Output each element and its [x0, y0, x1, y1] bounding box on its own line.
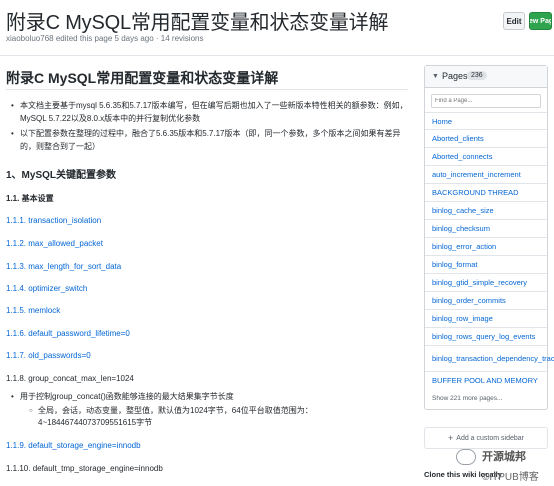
intro-bullet-2: 以下配置参数在整理的过程中，融合了5.6.35版本和5.7.17版本（即，同一个…: [11, 127, 412, 153]
toc-link-old-passwords[interactable]: 1.1.7. old_passwords=0: [6, 351, 91, 360]
pages-count-badge: 236: [467, 71, 487, 80]
sidebar-item-binlog-rows-query-log-events[interactable]: binlog_rows_query_log_events: [425, 327, 547, 345]
toc-link-max-length-for-sort-data[interactable]: 1.1.3. max_length_for_sort_data: [6, 262, 121, 271]
pages-sidebar-header[interactable]: ▼ Pages 236: [425, 66, 547, 88]
subsection-heading: 1.1. 基本设置: [6, 194, 54, 203]
sidebar-item-binlog-transaction-dependency-tracking[interactable]: binlog_transaction_dependency_tracking: [425, 345, 554, 371]
group-concat-heading: 1.1.8. group_concat_max_len=1024: [6, 374, 134, 383]
wiki-content: 附录C MySQL常用配置变量和状态变量详解 本文档主要基于mysql 5.6.…: [0, 56, 418, 486]
sidebar-item-binlog-order-commits[interactable]: binlog_order_commits: [425, 291, 547, 309]
sidebar-item-binlog-checksum[interactable]: binlog_checksum: [425, 219, 547, 237]
default-tmp-storage-engine-heading: 1.1.10. default_tmp_storage_engine=innod…: [6, 464, 163, 473]
pages-sidebar: ▼ Pages 236 Home Aborted_clients Aborted…: [424, 65, 554, 410]
sidebar-item-binlog-row-image[interactable]: binlog_row_image: [425, 309, 547, 327]
toc-link-transaction-isolation[interactable]: 1.1.1. transaction_isolation: [6, 216, 101, 225]
sidebar-item-background-thread[interactable]: BACKGROUND THREAD: [425, 183, 547, 201]
section-heading: 1、MySQL关键配置参数: [6, 170, 117, 181]
wechat-logo-icon: [456, 449, 476, 465]
sidebar-item-home[interactable]: Home: [425, 112, 547, 129]
toc-link-default-storage-engine[interactable]: 1.1.9. default_storage_engine=innodb: [6, 441, 141, 450]
toc-link-memlock[interactable]: 1.1.5. memlock: [6, 306, 60, 315]
sidebar-item-binlog-cache-size[interactable]: binlog_cache_size: [425, 201, 547, 219]
toc-link-optimizer-switch[interactable]: 1.1.4. optimizer_switch: [6, 284, 87, 293]
show-more-pages-link[interactable]: Show 221 more pages...: [432, 395, 502, 402]
edit-button[interactable]: Edit: [503, 12, 525, 30]
triangle-down-icon[interactable]: ▼: [432, 73, 439, 80]
sidebar-item-aborted-clients[interactable]: Aborted_clients: [425, 129, 547, 147]
sidebar-item-binlog-format[interactable]: binlog_format: [425, 255, 547, 273]
sidebar-item-binlog-error-action[interactable]: binlog_error_action: [425, 237, 547, 255]
page-header: 附录C MySQL常用配置变量和状态变量详解 xiaoboluo768 edit…: [0, 0, 554, 52]
revision-meta[interactable]: xiaoboluo768 edited this page 5 days ago…: [6, 34, 203, 43]
watermark-line-2: ©ITPUB博客: [482, 472, 539, 483]
watermark: 开源城邦 ©ITPUB博客: [450, 440, 554, 486]
intro-bullet-1: 本文档主要基于mysql 5.6.35和5.7.17版本编写，但在编写后期也加入…: [11, 99, 412, 125]
sidebar-item-buffer-pool-and-memory[interactable]: BUFFER POOL AND MEMORY: [425, 371, 547, 389]
toc-link-max-allowed-packet[interactable]: 1.1.2. max_allowed_packet: [6, 239, 103, 248]
watermark-line-1: 开源城邦: [482, 451, 526, 463]
new-page-button[interactable]: New Page: [529, 12, 552, 30]
sidebar-item-binlog-gtid-simple-recovery[interactable]: binlog_gtid_simple_recovery: [425, 273, 547, 291]
group-concat-bullet: 用于控制group_concat()函数能够连接的最大结果集字节长度: [11, 391, 410, 403]
content-heading: 附录C MySQL常用配置变量和状态变量详解: [6, 70, 279, 86]
toc-link-default-password-lifetime[interactable]: 1.1.6. default_password_lifetime=0: [6, 329, 130, 338]
page-title: 附录C MySQL常用配置变量和状态变量详解: [6, 12, 389, 34]
sidebar-item-aborted-connects[interactable]: Aborted_connects: [425, 147, 547, 165]
heading-rule: [6, 89, 408, 90]
pages-title: Pages: [442, 71, 468, 81]
group-concat-sub-bullet: 全局，会话，动态变量，整型值，默认值为1024字节，64位平台取值范围为：4~1…: [29, 405, 373, 429]
sidebar-item-auto-increment-increment[interactable]: auto_increment_increment: [425, 165, 547, 183]
find-page-input[interactable]: [431, 94, 541, 108]
